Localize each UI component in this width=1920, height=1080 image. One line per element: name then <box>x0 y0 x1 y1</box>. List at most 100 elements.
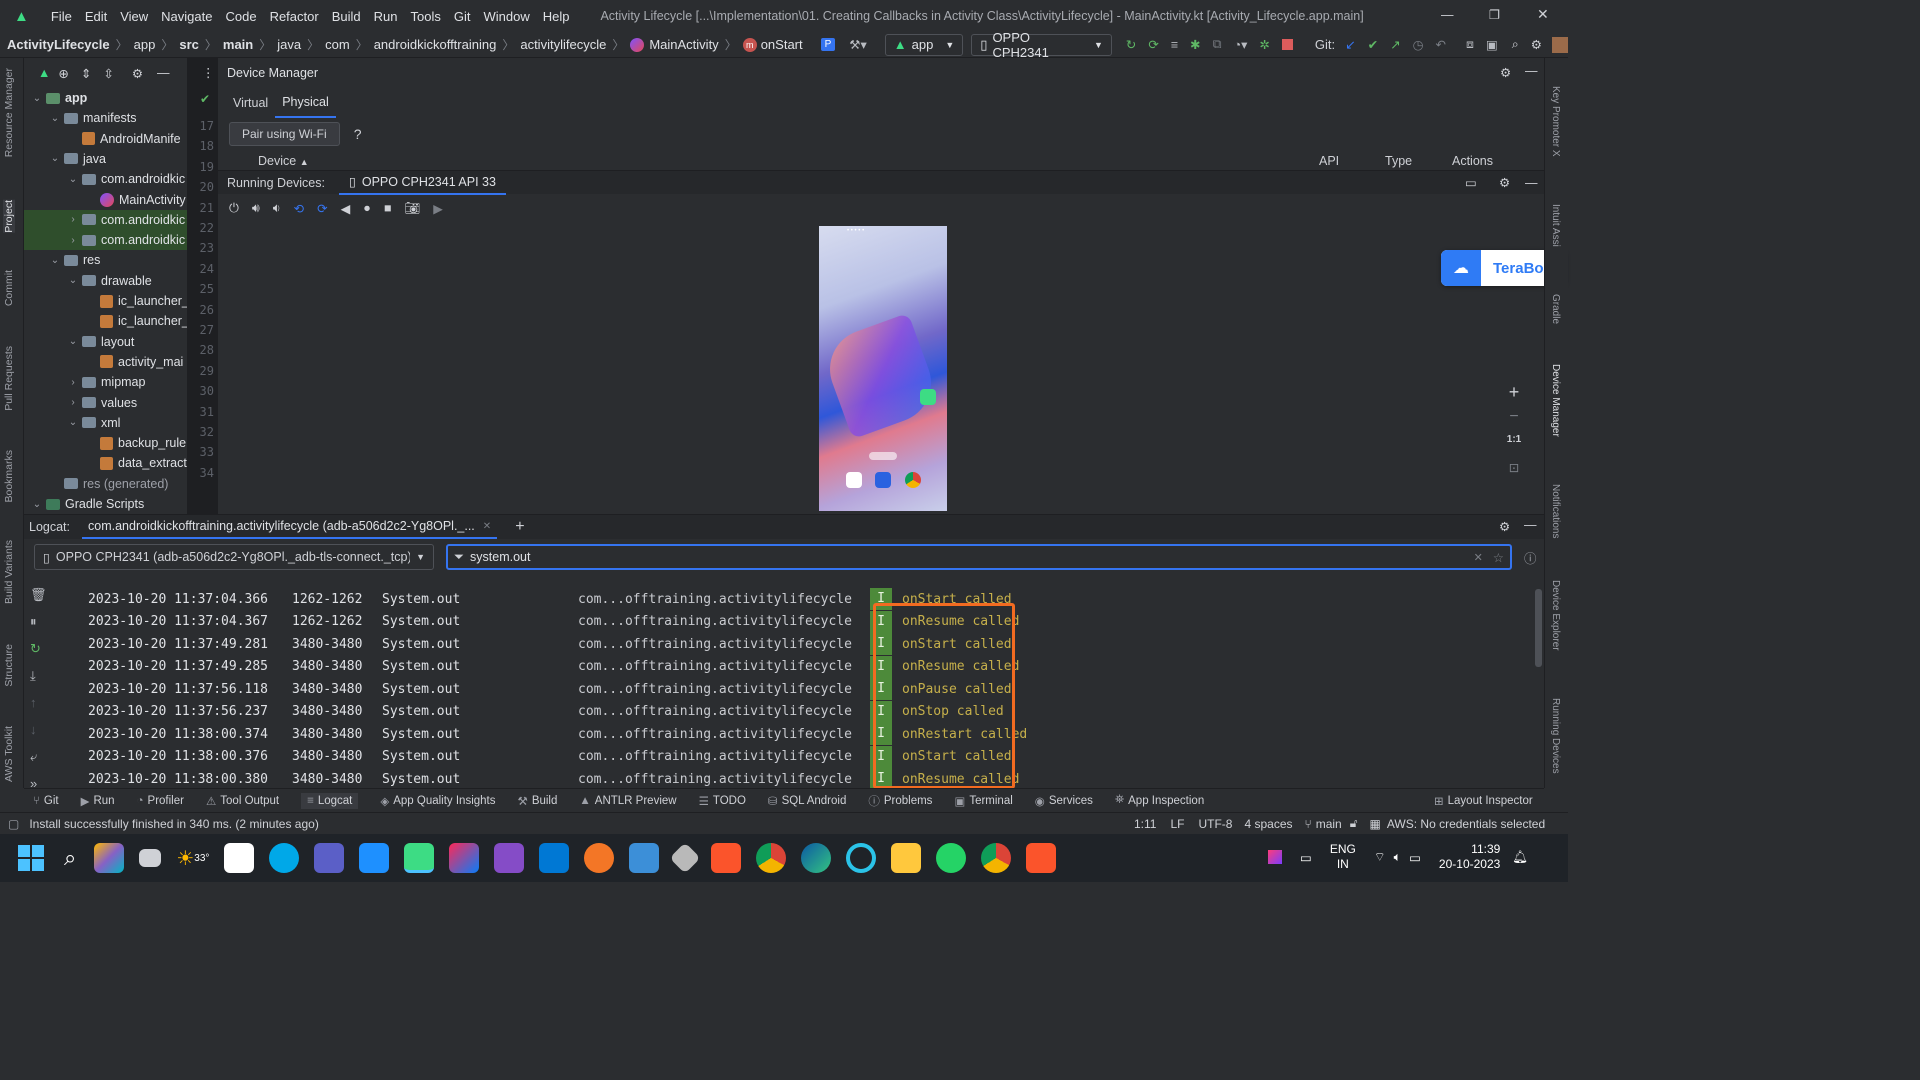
taskbar-brave-beta-icon[interactable] <box>1026 843 1057 873</box>
close-window-button[interactable]: ✕ <box>1537 6 1549 23</box>
logcat-tab[interactable]: com.androidkickofftraining.activitylifec… <box>82 515 498 539</box>
tool-output[interactable]: ⚠ Tool Output <box>206 794 279 808</box>
hide-panel-icon[interactable]: — <box>1525 176 1538 190</box>
run-config-selector[interactable]: ▲ app ▼ <box>884 33 964 56</box>
minimize-window-button[interactable]: — <box>1441 8 1454 22</box>
search-icon[interactable]: ⌕ <box>1512 37 1519 52</box>
breadcrumb-item[interactable]: activitylifecycle <box>520 37 606 52</box>
tree-item[interactable]: ⌄ layout <box>66 332 135 352</box>
add-tab-icon[interactable]: + <box>515 518 524 536</box>
git-history-icon[interactable]: ◷ <box>1413 37 1424 52</box>
scroll-to-end-icon[interactable]: ⤓ <box>30 668 48 695</box>
pause-icon[interactable]: ⏸ <box>30 614 48 641</box>
lock-icon[interactable]: 🔓︎ <box>1350 816 1358 831</box>
dock-messages-icon[interactable] <box>875 472 891 488</box>
tree-item[interactable]: data_extract <box>84 453 187 473</box>
taskbar-chrome-profile-icon[interactable] <box>981 843 1012 873</box>
tree-item[interactable]: ⌄ drawable <box>66 271 152 291</box>
chevron-right-icon[interactable]: › <box>66 235 80 246</box>
settings-gear-icon[interactable]: ⚙ <box>1500 65 1511 80</box>
resource-manager-tab[interactable]: Resource Manager <box>3 68 15 157</box>
tree-item[interactable]: › com.androidkic <box>24 230 187 251</box>
volume-down-icon[interactable]: 🔉︎ <box>273 201 281 216</box>
taskbar-app-l-icon[interactable] <box>359 843 390 873</box>
clock[interactable]: 11:39 20-10-2023 <box>1439 842 1500 872</box>
status-window-icon[interactable]: ▢ <box>8 817 19 831</box>
favorite-star-icon[interactable]: ☆ <box>1493 550 1504 565</box>
tree-item[interactable]: backup_rule <box>84 433 186 453</box>
git-push-icon[interactable]: ↗ <box>1390 37 1400 52</box>
user-avatar[interactable] <box>1552 36 1568 53</box>
stop-icon[interactable] <box>1281 39 1293 50</box>
git-branch[interactable]: main <box>1316 817 1342 831</box>
zoom-in-icon[interactable]: + <box>1500 382 1528 408</box>
column-api[interactable]: API <box>1319 154 1339 168</box>
caret-position[interactable]: 1:11 <box>1134 817 1156 831</box>
tray-app-icon[interactable] <box>1268 850 1282 864</box>
taskbar-android-studio-icon[interactable] <box>404 843 435 873</box>
taskbar-store-icon[interactable] <box>224 843 255 873</box>
help-icon[interactable]: ⓘ <box>1524 548 1537 567</box>
rotate-left-icon[interactable]: ⟲ <box>294 201 304 216</box>
tree-item[interactable]: ⌄ app <box>30 88 87 108</box>
zoom-actual-size[interactable]: 1:1 <box>1500 434 1528 460</box>
structure-tab[interactable]: Structure <box>3 644 15 687</box>
taskbar-cortana-icon[interactable] <box>846 843 877 873</box>
logcat-filter-field[interactable]: ⏷ system.out ✕ ☆ <box>446 544 1512 570</box>
tool-antlr-preview[interactable]: ▲ ANTLR Preview <box>579 795 676 807</box>
taskbar-task-view-icon[interactable] <box>139 849 162 867</box>
taskbar-jupyter-icon[interactable] <box>584 843 615 873</box>
git-update-icon[interactable]: ↙ <box>1345 37 1355 52</box>
clear-filter-icon[interactable]: ✕ <box>1474 551 1483 564</box>
taskbar-visual-studio-icon[interactable] <box>494 843 525 873</box>
device-mirror-icon[interactable]: ⧈ <box>1466 37 1474 52</box>
tree-item[interactable]: ⌄ com.androidkic <box>66 169 185 189</box>
gradle-tab[interactable]: Gradle <box>1550 294 1561 324</box>
chevron-down-icon[interactable]: ⌄ <box>30 499 44 510</box>
logcat-device-select[interactable]: ▯ OPPO CPH2341 (adb-a506d2c2-Yg8OPl._adb… <box>34 544 434 570</box>
tool-services[interactable]: ◉ Services <box>1035 794 1093 808</box>
dock-phone-icon[interactable] <box>846 472 862 488</box>
taskbar-intellij-icon[interactable] <box>449 843 480 873</box>
language-indicator[interactable]: ENG IN <box>1330 842 1356 872</box>
tool-problems[interactable]: ⓘ Problems <box>868 793 932 809</box>
collapse-all-icon[interactable]: ⇳ <box>103 66 113 81</box>
tab-virtual[interactable]: Virtual <box>226 88 275 118</box>
power-icon[interactable]: ⏻ <box>229 201 239 216</box>
chevron-down-icon[interactable]: ⌄ <box>48 153 62 164</box>
tool-run[interactable]: ▶ Run <box>81 794 115 808</box>
settings-gear-icon[interactable]: ⚙ <box>1499 519 1510 534</box>
taskbar-copilot-icon[interactable] <box>94 843 125 873</box>
tool-app-quality-insights[interactable]: ◈ App Quality Insights <box>380 794 495 808</box>
profile-icon[interactable]: ◔▾ <box>1234 37 1248 52</box>
bookmarks-tab[interactable]: Bookmarks <box>3 450 15 503</box>
chevron-right-icon[interactable]: › <box>66 397 80 408</box>
taskbar-weather[interactable]: ☀ 33° <box>176 846 209 871</box>
breadcrumb-item[interactable]: ActivityLifecycle <box>7 37 110 52</box>
file-encoding[interactable]: UTF-8 <box>1198 817 1232 831</box>
down-arrow-icon[interactable]: ↓ <box>30 722 48 749</box>
tree-item[interactable]: › mipmap <box>66 372 145 392</box>
chevron-down-icon[interactable]: ⌄ <box>66 174 80 185</box>
tool-build[interactable]: ⚒ Build <box>518 794 558 808</box>
device-manager-icon[interactable]: ▣ <box>1486 37 1498 52</box>
menu-item-file[interactable]: File <box>51 9 72 24</box>
tray-monitor-icon[interactable]: ▭ <box>1300 850 1312 865</box>
chevron-right-icon[interactable]: › <box>66 214 80 225</box>
menu-item-tools[interactable]: Tools <box>410 9 440 24</box>
tool-sql-android[interactable]: ⛁ SQL Android <box>768 794 846 808</box>
pull-requests-tab[interactable]: Pull Requests <box>3 346 15 411</box>
notifications-tab[interactable]: Notifications <box>1550 484 1561 538</box>
volume-icon[interactable]: 🔈︎ <box>1394 850 1402 865</box>
up-arrow-icon[interactable]: ↑ <box>30 695 48 722</box>
tree-item[interactable]: ⌄ Gradle Scripts <box>30 494 144 514</box>
android-view-icon[interactable]: ▲ <box>38 66 50 80</box>
running-devices-tab[interactable]: Running Devices <box>1550 698 1561 774</box>
git-commit-icon[interactable]: ✔ <box>1368 37 1378 52</box>
tree-item[interactable]: AndroidManife <box>66 129 181 149</box>
clear-logcat-icon[interactable]: 🗑︎ <box>30 587 48 614</box>
key-promoter-tab[interactable]: Key Promoter X <box>1550 86 1561 157</box>
tree-item[interactable]: ic_launcher_ <box>84 291 187 311</box>
taskbar-chrome-icon[interactable] <box>756 843 787 873</box>
tree-item[interactable]: MainActivity <box>84 190 186 210</box>
